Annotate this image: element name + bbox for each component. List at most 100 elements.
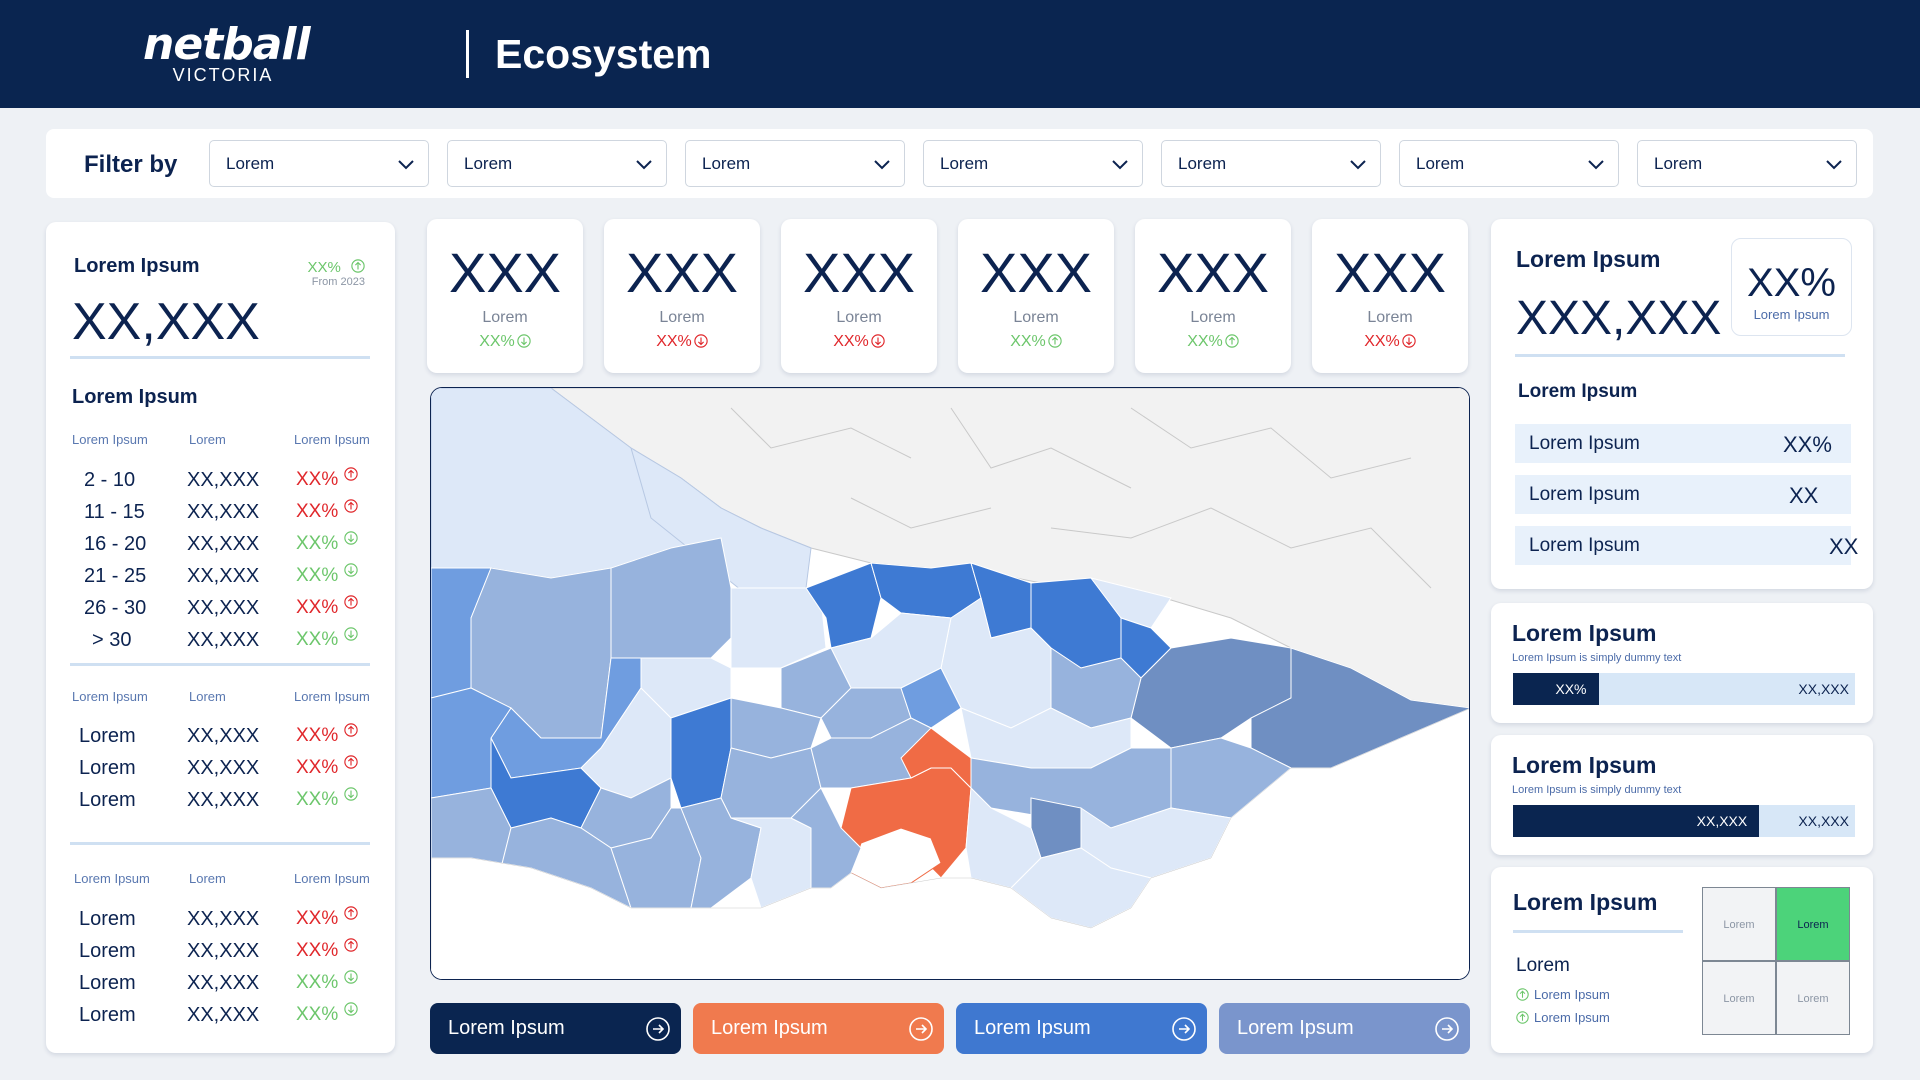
kpi-value: XXX xyxy=(1333,241,1447,304)
chevron-down-icon xyxy=(1350,160,1366,170)
kpi-label: Lorem xyxy=(1367,309,1413,326)
matrix-cell-highlighted[interactable]: Lorem xyxy=(1776,887,1850,961)
progress-card-2: Lorem Ipsum Lorem Ipsum is simply dummy … xyxy=(1491,735,1873,855)
column-header: Lorem Ipsum xyxy=(294,871,370,886)
legend-item: Lorem Ipsum xyxy=(1516,987,1610,1002)
arrow-down-circle-icon xyxy=(1402,334,1416,348)
arrow-right-circle-icon xyxy=(646,1017,670,1041)
card-title: Lorem Ipsum xyxy=(1513,889,1658,915)
choropleth-map[interactable] xyxy=(431,388,1470,980)
progress-fill: XX% xyxy=(1513,673,1599,705)
total-value: XXX,XXX xyxy=(1516,292,1722,345)
nav-button[interactable]: Lorem Ipsum xyxy=(693,1003,944,1054)
trend-icon xyxy=(342,1001,358,1019)
change-value: XX% xyxy=(307,259,365,276)
divider xyxy=(70,356,370,359)
matrix-cell[interactable]: Lorem xyxy=(1776,961,1850,1035)
kpi-value: XXX xyxy=(979,241,1093,304)
kpi-card[interactable]: XXX Lorem XX% xyxy=(604,219,760,373)
matrix-cell[interactable]: Lorem xyxy=(1702,961,1776,1035)
arrow-up-circle-icon xyxy=(344,938,358,952)
filter-dropdown-2[interactable]: Lorem xyxy=(447,140,667,187)
progress-total-label: XX,XXX xyxy=(1798,813,1849,829)
netball-victoria-logo[interactable]: netball VICTORIA xyxy=(143,22,311,85)
button-label: Lorem Ipsum xyxy=(1237,1017,1354,1039)
arrow-down-circle-icon xyxy=(694,334,708,348)
list-item[interactable]: Lorem Ipsum XX% xyxy=(1515,424,1851,463)
kpi-card[interactable]: XXX Lorem XX% xyxy=(781,219,937,373)
filter-bar: Filter by Lorem Lorem Lorem Lorem Lorem … xyxy=(46,129,1873,198)
victoria-region-map[interactable] xyxy=(430,387,1470,980)
arrow-up-circle-icon xyxy=(344,723,358,737)
legend-item: Lorem Ipsum xyxy=(1516,1010,1610,1025)
list-item-value: XX% xyxy=(1783,432,1832,457)
row-value: XX,XXX xyxy=(187,757,260,779)
left-stats-panel: Lorem Ipsum XX% From 2023 XX,XXX Lorem I… xyxy=(46,222,395,1053)
trend-icon xyxy=(342,754,358,772)
kpi-change: XX% xyxy=(1135,333,1291,351)
panel-title: Lorem Ipsum xyxy=(1516,246,1661,272)
filter-dropdown-5[interactable]: Lorem xyxy=(1161,140,1381,187)
row-change: XX% xyxy=(296,597,339,618)
arrow-down-circle-icon xyxy=(344,970,358,984)
matrix-cell[interactable]: Lorem xyxy=(1702,887,1776,961)
filter-dropdown-6[interactable]: Lorem xyxy=(1399,140,1619,187)
row-label: Lorem xyxy=(79,725,136,747)
kpi-change-value: XX% xyxy=(833,333,869,350)
trend-icon xyxy=(342,626,358,644)
list-item[interactable]: Lorem Ipsum XX xyxy=(1515,475,1851,514)
column-header: Lorem Ipsum xyxy=(294,689,370,704)
kpi-card[interactable]: XXX Lorem XX% xyxy=(1312,219,1468,373)
dropdown-value: Lorem xyxy=(1178,154,1227,173)
filter-dropdown-1[interactable]: Lorem xyxy=(209,140,429,187)
trend-icon xyxy=(342,594,358,612)
change-pct: XX% xyxy=(307,259,341,276)
chevron-down-icon xyxy=(874,160,890,170)
column-header: Lorem xyxy=(189,689,226,704)
nav-button[interactable]: Lorem Ipsum xyxy=(430,1003,681,1054)
nav-button[interactable]: Lorem Ipsum xyxy=(1219,1003,1470,1054)
kpi-card[interactable]: XXX Lorem XX% xyxy=(427,219,583,373)
row-label: Lorem xyxy=(79,908,136,930)
row-label: Lorem xyxy=(79,940,136,962)
list-item[interactable]: Lorem Ipsum XX xyxy=(1515,526,1858,565)
dropdown-value: Lorem xyxy=(1416,154,1465,173)
row-change: XX% xyxy=(296,725,339,746)
card-subtitle: Lorem Ipsum is simply dummy text xyxy=(1512,652,1682,664)
arrow-down-circle-icon xyxy=(517,334,531,348)
kpi-value: XXX xyxy=(802,241,916,304)
kpi-change-value: XX% xyxy=(656,333,692,350)
kpi-change-value: XX% xyxy=(479,333,515,350)
kpi-label: Lorem xyxy=(1013,309,1059,326)
card-title: Lorem Ipsum xyxy=(1512,752,1657,778)
kpi-change: XX% xyxy=(1312,333,1468,351)
filter-dropdown-7[interactable]: Lorem xyxy=(1637,140,1857,187)
row-label: > 30 xyxy=(92,629,132,651)
row-label: Lorem xyxy=(79,789,136,811)
filter-dropdown-4[interactable]: Lorem xyxy=(923,140,1143,187)
progress-total-label: XX,XXX xyxy=(1798,681,1849,697)
filter-dropdown-3[interactable]: Lorem xyxy=(685,140,905,187)
right-summary-panel: Lorem Ipsum XXX,XXX XX% Lorem Ipsum Lore… xyxy=(1491,219,1873,589)
arrow-up-circle-icon xyxy=(344,467,358,481)
kpi-change: XX% xyxy=(958,333,1114,351)
progress-fill: XX,XXX xyxy=(1513,805,1760,837)
list-item-value: XX xyxy=(1789,483,1819,508)
row-label: 16 - 20 xyxy=(84,533,147,555)
kpi-card[interactable]: XXX Lorem XX% xyxy=(958,219,1114,373)
kpi-card[interactable]: XXX Lorem XX% xyxy=(1135,219,1291,373)
row-value: XX,XXX xyxy=(187,908,260,930)
kpi-change-value: XX% xyxy=(1187,333,1223,350)
arrow-up-circle-icon xyxy=(344,906,358,920)
row-value: XX,XXX xyxy=(187,789,260,811)
nav-button[interactable]: Lorem Ipsum xyxy=(956,1003,1207,1054)
chevron-down-icon xyxy=(1112,160,1128,170)
row-change: XX% xyxy=(296,757,339,778)
row-value: XX,XXX xyxy=(187,533,260,555)
kpi-change-value: XX% xyxy=(1010,333,1046,350)
divider xyxy=(70,663,370,666)
trend-icon xyxy=(342,969,358,987)
dropdown-value: Lorem xyxy=(940,154,989,173)
row-change: XX% xyxy=(296,908,339,929)
button-label: Lorem Ipsum xyxy=(974,1017,1091,1039)
